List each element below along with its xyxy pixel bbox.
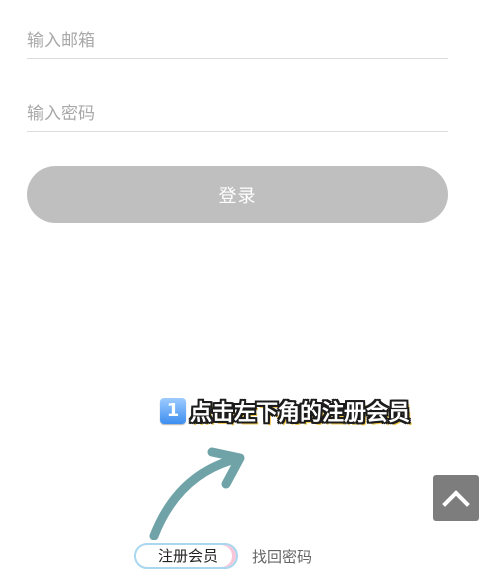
password-field[interactable] bbox=[27, 97, 448, 132]
step-number-badge: 1 bbox=[160, 398, 186, 424]
chevron-up-icon bbox=[442, 490, 470, 507]
annotation-text: 点击左下角的注册会员 bbox=[190, 401, 411, 426]
password-input[interactable] bbox=[27, 97, 448, 131]
reset-password-link[interactable]: 找回密码 bbox=[252, 546, 312, 568]
register-link[interactable]: 注册会员 bbox=[134, 543, 239, 569]
login-button[interactable]: 登录 bbox=[27, 166, 448, 223]
tutorial-annotation: 1 点击左下角的注册会员 bbox=[160, 394, 410, 428]
back-to-top-button[interactable] bbox=[433, 475, 479, 521]
email-input[interactable] bbox=[27, 24, 448, 58]
email-field[interactable] bbox=[27, 24, 448, 59]
curved-arrow-icon bbox=[149, 447, 245, 540]
